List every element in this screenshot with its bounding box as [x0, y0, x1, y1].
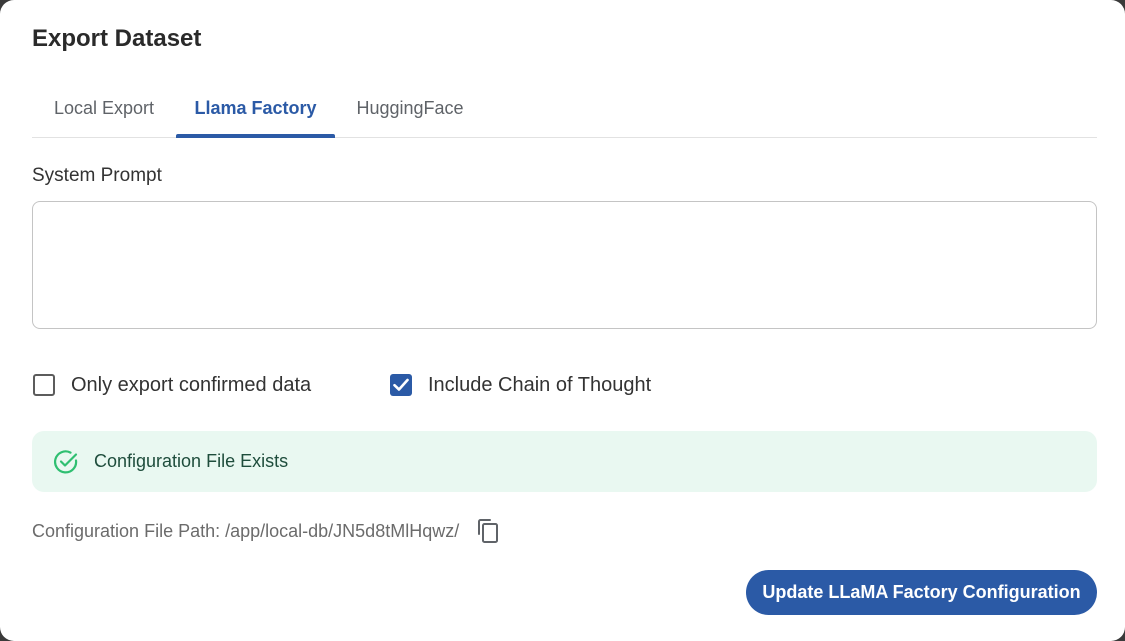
- confirmed-only-label: Only export confirmed data: [71, 373, 312, 396]
- chain-of-thought-checkbox[interactable]: [390, 374, 412, 396]
- tab-local-export[interactable]: Local Export: [32, 82, 176, 138]
- config-status-alert: Configuration File Exists: [32, 431, 1097, 492]
- copy-icon: [478, 519, 499, 543]
- config-path-row: Configuration File Path: /app/local-db/J…: [32, 517, 501, 545]
- check-circle-icon: [53, 449, 79, 475]
- chain-of-thought-label: Include Chain of Thought: [428, 373, 652, 396]
- tab-huggingface[interactable]: HuggingFace: [335, 82, 485, 138]
- active-tab-indicator: [176, 134, 335, 138]
- checkmark-icon: [393, 378, 409, 391]
- system-prompt-label: System Prompt: [32, 165, 162, 186]
- export-dataset-dialog: Export Dataset Local Export Llama Factor…: [0, 0, 1125, 641]
- confirmed-only-option[interactable]: Only export confirmed data: [33, 372, 311, 398]
- system-prompt-textarea[interactable]: [32, 201, 1097, 329]
- confirmed-only-checkbox[interactable]: [33, 374, 55, 396]
- tab-bar: Local Export Llama Factory HuggingFace: [32, 82, 1097, 138]
- config-status-message: Configuration File Exists: [94, 451, 289, 471]
- copy-path-button[interactable]: [475, 517, 501, 545]
- chain-of-thought-option[interactable]: Include Chain of Thought: [390, 372, 651, 398]
- update-config-button[interactable]: Update LLaMA Factory Configuration: [746, 570, 1097, 615]
- tab-llama-factory[interactable]: Llama Factory: [176, 82, 335, 138]
- dialog-title: Export Dataset: [32, 25, 202, 52]
- config-path-text: Configuration File Path: /app/local-db/J…: [32, 520, 460, 541]
